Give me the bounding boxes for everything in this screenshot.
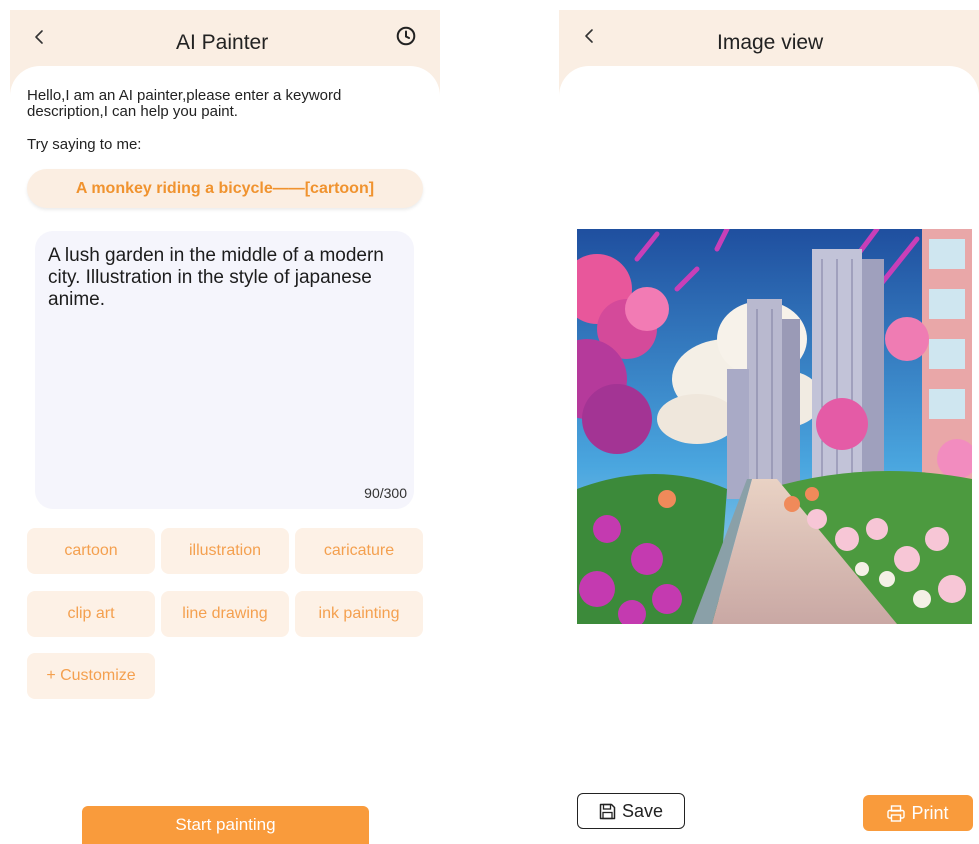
- character-counter: 90/300: [364, 485, 407, 501]
- print-label: Print: [911, 802, 949, 823]
- image-view-screen: Image view Save Print: [556, 0, 979, 844]
- generated-image: [577, 229, 972, 624]
- save-button[interactable]: Save: [577, 793, 685, 829]
- page-title: AI Painter: [176, 31, 269, 54]
- save-label: Save: [621, 800, 664, 821]
- customize-button[interactable]: + Customize: [27, 653, 155, 699]
- garden-city-illustration: [577, 229, 972, 624]
- style-chip-cartoon[interactable]: cartoon: [27, 528, 155, 574]
- back-chevron-icon[interactable]: [30, 28, 48, 46]
- printer-icon: [887, 804, 906, 822]
- prompt-textarea[interactable]: A lush garden in the middle of a modern …: [35, 231, 414, 509]
- style-chip-caricature[interactable]: caricature: [295, 528, 423, 574]
- prompt-text[interactable]: A lush garden in the middle of a modern …: [48, 245, 398, 311]
- try-saying-label: Try saying to me:: [27, 136, 142, 153]
- print-button[interactable]: Print: [863, 795, 973, 831]
- page-title: Image view: [717, 31, 824, 54]
- style-chip-illustration[interactable]: illustration: [161, 528, 289, 574]
- style-chip-clip-art[interactable]: clip art: [27, 591, 155, 637]
- start-painting-button[interactable]: Start painting: [82, 806, 369, 844]
- ai-painter-screen: AI Painter Hello,I am an AI painter,plea…: [0, 0, 450, 844]
- floppy-disk-icon: [599, 803, 616, 819]
- intro-text: Hello,I am an AI painter,please enter a …: [27, 87, 342, 120]
- suggestion-button[interactable]: A monkey riding a bicycle——[cartoon]: [27, 169, 423, 208]
- style-chip-line-drawing[interactable]: line drawing: [161, 591, 289, 637]
- back-chevron-icon[interactable]: [580, 27, 598, 45]
- style-chip-ink-painting[interactable]: ink painting: [295, 591, 423, 637]
- clock-icon[interactable]: [395, 25, 417, 47]
